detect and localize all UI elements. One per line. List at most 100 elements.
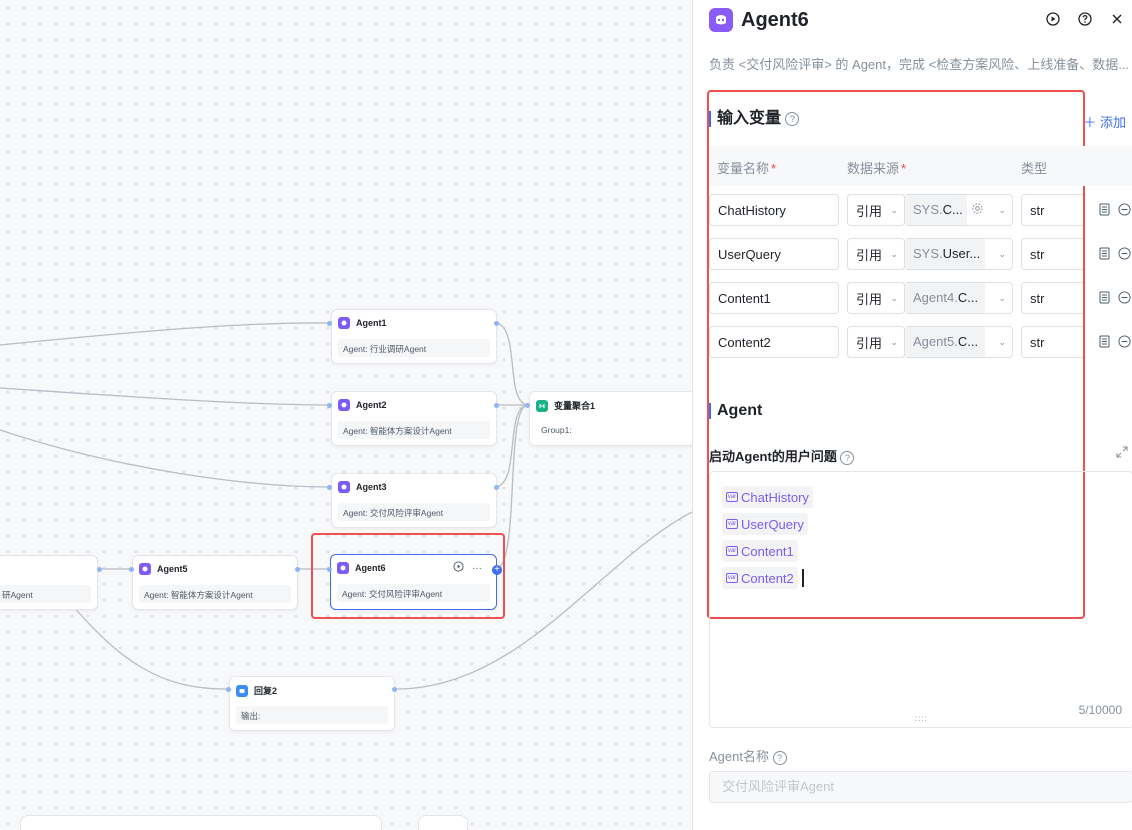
variable-tag-label: UserQuery	[741, 516, 804, 532]
port[interactable]	[494, 403, 499, 408]
variable-tag[interactable]: var Content1	[722, 540, 798, 562]
variable-icon: var	[726, 519, 738, 529]
settings-icon[interactable]	[971, 202, 984, 218]
node-partial[interactable]: 研Agent	[0, 555, 98, 610]
question-label: 启动Agent的用户问题 ?	[709, 446, 855, 465]
variable-name-input[interactable]: UserQuery	[709, 238, 839, 270]
add-variable-button[interactable]: ＋ 添加	[1083, 112, 1126, 131]
document-icon[interactable]	[1097, 202, 1111, 216]
source-mode: 引用	[856, 335, 883, 351]
agent-logo-icon	[709, 8, 733, 32]
chevron-down-icon: ⌄	[890, 204, 898, 215]
port[interactable]	[327, 403, 332, 408]
source-ref: Agent5.C...	[905, 327, 985, 357]
document-icon[interactable]	[1097, 334, 1111, 348]
source-mode-select[interactable]: 引用 ⌄	[847, 238, 905, 270]
variable-type: str	[1030, 290, 1045, 306]
port[interactable]	[129, 567, 134, 572]
resize-handle[interactable]: ::::	[915, 714, 928, 723]
close-icon[interactable]	[1108, 10, 1126, 28]
remove-icon[interactable]	[1117, 334, 1131, 348]
port[interactable]	[327, 485, 332, 490]
expand-icon[interactable]	[1116, 446, 1128, 461]
node-reply[interactable]: 回复2 输出:	[229, 676, 395, 731]
source-name: C...	[957, 334, 979, 349]
variable-icon: var	[726, 492, 738, 502]
variable-type: str	[1030, 246, 1045, 262]
source-mode-select[interactable]: 引用 ⌄	[847, 194, 905, 226]
source-mode: 引用	[856, 291, 883, 307]
remove-icon[interactable]	[1117, 290, 1131, 304]
variable-type-select[interactable]: str	[1021, 194, 1083, 226]
variable-tag-label: ChatHistory	[741, 489, 809, 505]
variable-type: str	[1030, 202, 1045, 218]
port[interactable]	[327, 321, 332, 326]
port[interactable]	[97, 567, 102, 572]
source-ref-select[interactable]: Agent5.C... ⌄	[904, 326, 1013, 358]
port[interactable]	[327, 567, 332, 572]
source-mode-select[interactable]: 引用 ⌄	[847, 282, 905, 314]
bottom-toolbar	[20, 815, 382, 830]
node-title: Agent3	[356, 482, 387, 492]
node-agent2[interactable]: Agent2 Agent: 智能体方案设计Agent	[331, 391, 497, 446]
variable-name: Content2	[718, 334, 771, 350]
port[interactable]	[494, 485, 499, 490]
agent-icon	[139, 563, 151, 575]
edge	[496, 322, 528, 406]
help-icon[interactable]: ?	[772, 750, 787, 765]
port[interactable]	[295, 567, 300, 572]
variable-row: ChatHistory 引用 ⌄ SYS.C... ⌄ str	[709, 194, 1132, 226]
chevron-down-icon: ⌄	[890, 292, 898, 303]
help-icon[interactable]	[1076, 10, 1094, 28]
variable-name-input[interactable]: ChatHistory	[709, 194, 839, 226]
variable-name-input[interactable]: Content2	[709, 326, 839, 358]
source-ref-select[interactable]: SYS.C... ⌄	[904, 194, 1013, 226]
source-prefix: SYS.	[913, 202, 943, 217]
workflow-canvas[interactable]: 研Agent Agent1 Agent: 行业调研Agent Agent2 Ag…	[0, 0, 692, 830]
remove-icon[interactable]	[1117, 246, 1131, 260]
source-ref-select[interactable]: SYS.User... ⌄	[904, 238, 1013, 270]
panel-title: Agent6	[741, 8, 809, 31]
section-title-text: 输入变量	[717, 110, 782, 127]
agent-name-input[interactable]: 交付风险评审Agent	[709, 771, 1132, 803]
variable-type-select[interactable]: str	[1021, 282, 1083, 314]
add-label: 添加	[1099, 115, 1126, 130]
port[interactable]	[392, 687, 397, 692]
port[interactable]	[494, 321, 499, 326]
variable-name: UserQuery	[718, 246, 781, 262]
node-agent5[interactable]: Agent5 Agent: 智能体方案设计Agent	[132, 555, 298, 610]
add-node-icon[interactable]: +	[492, 565, 502, 575]
variable-name: Content1	[718, 290, 771, 306]
run-icon[interactable]	[1044, 10, 1062, 28]
node-agent1[interactable]: Agent1 Agent: 行业调研Agent	[331, 309, 497, 364]
node-aggregator[interactable]: 变量聚合1 Group1:	[529, 391, 692, 446]
source-ref-select[interactable]: Agent4.C... ⌄	[904, 282, 1013, 314]
node-agent3[interactable]: Agent3 Agent: 交付风险评审Agent	[331, 473, 497, 528]
variable-tag-label: Content1	[741, 543, 794, 559]
variable-tag[interactable]: var ChatHistory	[722, 486, 813, 508]
variable-tag[interactable]: var Content2	[722, 567, 798, 589]
section-title-inputs: 输入变量 ?	[709, 110, 800, 127]
document-icon[interactable]	[1097, 246, 1111, 260]
edge	[0, 387, 331, 406]
remove-icon[interactable]	[1117, 202, 1131, 216]
port[interactable]	[525, 403, 530, 408]
agent-icon	[337, 562, 349, 574]
help-icon[interactable]: ?	[785, 111, 800, 126]
node-agent6[interactable]: Agent6 ··· Agent: 交付风险评审Agent +	[330, 554, 502, 610]
node-title: Agent5	[157, 564, 188, 574]
chevron-down-icon: ⌄	[998, 336, 1006, 347]
variable-type-select[interactable]: str	[1021, 238, 1083, 270]
source-mode-select[interactable]: 引用 ⌄	[847, 326, 905, 358]
question-editor[interactable]: var ChatHistory var UserQuery var Content1 var…	[709, 471, 1132, 728]
more-icon[interactable]: ···	[472, 563, 482, 574]
document-icon[interactable]	[1097, 290, 1111, 304]
agent-icon	[338, 399, 350, 411]
node-sub: Agent: 交付风险评审Agent	[338, 503, 490, 521]
variable-tag[interactable]: var UserQuery	[722, 513, 808, 535]
variable-type-select[interactable]: str	[1021, 326, 1083, 358]
help-icon[interactable]: ?	[840, 450, 855, 465]
variable-name-input[interactable]: Content1	[709, 282, 839, 314]
port[interactable]	[226, 687, 231, 692]
run-icon[interactable]	[453, 561, 464, 575]
